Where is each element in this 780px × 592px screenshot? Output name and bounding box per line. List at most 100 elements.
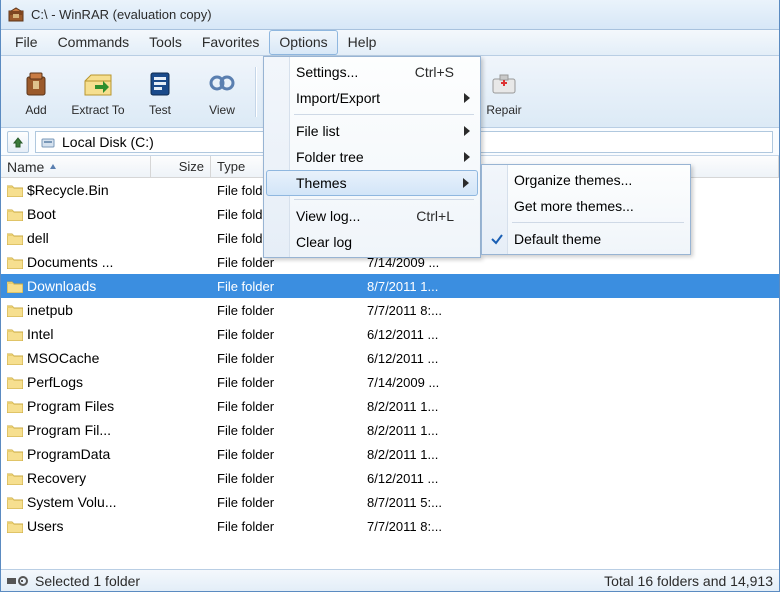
menu-commands[interactable]: Commands (48, 30, 140, 55)
submenu-arrow-icon (463, 178, 469, 188)
col-size[interactable]: Size (151, 156, 211, 177)
menu-folder-tree[interactable]: Folder tree (266, 144, 478, 170)
status-right: Total 16 folders and 14,913 (604, 573, 773, 589)
cell-modified: 8/7/2011 5:... (361, 495, 779, 510)
table-row[interactable]: System Volu... File folder8/7/2011 5:... (1, 490, 779, 514)
table-row[interactable]: inetpub File folder7/7/2011 8:... (1, 298, 779, 322)
menu-import-export[interactable]: Import/Export (266, 85, 478, 111)
cell-name: MSOCache (1, 350, 151, 366)
folder-icon (7, 280, 23, 293)
menu-organize-themes[interactable]: Organize themes... (484, 167, 688, 193)
menu-default-theme[interactable]: Default theme (484, 226, 688, 252)
table-row[interactable]: Recovery File folder6/12/2011 ... (1, 466, 779, 490)
menu-get-more-themes[interactable]: Get more themes... (484, 193, 688, 219)
folder-icon (7, 424, 23, 437)
submenu-arrow-icon (464, 152, 470, 162)
folder-icon (7, 448, 23, 461)
folder-icon (7, 208, 23, 221)
test-button[interactable]: Test (131, 61, 189, 123)
cell-type: File folder (211, 447, 361, 462)
table-row[interactable]: Program FilesFile folder8/2/2011 1... (1, 394, 779, 418)
cell-type: File folder (211, 375, 361, 390)
extract-to-icon (81, 67, 115, 101)
cell-name: Documents ... (1, 254, 151, 270)
cell-name: dell (1, 230, 151, 246)
menu-separator (294, 199, 474, 200)
col-name[interactable]: Name (1, 156, 151, 177)
cell-name: Users (1, 518, 151, 534)
cell-type: File folder (211, 495, 361, 510)
menu-file[interactable]: File (5, 30, 48, 55)
cell-modified: 6/12/2011 ... (361, 327, 779, 342)
cell-name: $Recycle.Bin (1, 182, 151, 198)
cell-modified: 7/7/2011 8:... (361, 303, 779, 318)
menu-separator (512, 222, 684, 223)
cell-name: Boot (1, 206, 151, 222)
table-row[interactable]: UsersFile folder7/7/2011 8:... (1, 514, 779, 538)
menu-tools[interactable]: Tools (139, 30, 192, 55)
cell-modified: 8/2/2011 1... (361, 447, 779, 462)
menu-separator (294, 114, 474, 115)
status-left: Selected 1 folder (35, 573, 140, 589)
drive-icon (40, 134, 56, 150)
options-dropdown: Settings...Ctrl+S Import/Export File lis… (263, 56, 481, 258)
cell-type: File folder (211, 327, 361, 342)
cell-name: Program Files (1, 398, 151, 414)
add-button[interactable]: Add (7, 61, 65, 123)
submenu-arrow-icon (464, 126, 470, 136)
folder-icon (7, 352, 23, 365)
submenu-arrow-icon (464, 93, 470, 103)
cell-name: System Volu... (1, 494, 151, 510)
folder-icon (7, 376, 23, 389)
cell-modified: 8/7/2011 1... (361, 279, 779, 294)
titlebar: C:\ - WinRAR (evaluation copy) (1, 0, 779, 30)
cell-type: File folder (211, 471, 361, 486)
cell-type: File folder (211, 423, 361, 438)
cell-name: inetpub (1, 302, 151, 318)
status-icon (7, 575, 29, 587)
menu-view-log[interactable]: View log...Ctrl+L (266, 203, 478, 229)
menu-help[interactable]: Help (338, 30, 387, 55)
cell-modified: 7/14/2009 ... (361, 375, 779, 390)
toolbar-separator (255, 67, 257, 117)
menu-options[interactable]: Options (269, 30, 337, 55)
table-row[interactable]: MSOCacheFile folder6/12/2011 ... (1, 346, 779, 370)
table-row[interactable]: PerfLogs File folder7/14/2009 ... (1, 370, 779, 394)
up-arrow-icon (11, 135, 25, 149)
view-button[interactable]: View (193, 61, 251, 123)
cell-modified: 6/12/2011 ... (361, 471, 779, 486)
folder-icon (7, 400, 23, 413)
menubar: File Commands Tools Favorites Options He… (1, 30, 779, 56)
cell-name: Program Fil... (1, 422, 151, 438)
folder-icon (7, 184, 23, 197)
menu-clear-log[interactable]: Clear log (266, 229, 478, 255)
folder-icon (7, 520, 23, 533)
add-icon (19, 67, 53, 101)
menu-file-list[interactable]: File list (266, 118, 478, 144)
cell-modified: 8/2/2011 1... (361, 423, 779, 438)
folder-icon (7, 232, 23, 245)
repair-button[interactable]: Repair (475, 61, 533, 123)
table-row[interactable]: ProgramData File folder8/2/2011 1... (1, 442, 779, 466)
table-row[interactable]: Intel File folder6/12/2011 ... (1, 322, 779, 346)
cell-type: File folder (211, 303, 361, 318)
cell-name: Intel (1, 326, 151, 342)
extract-to-button[interactable]: Extract To (69, 61, 127, 123)
table-row[interactable]: DownloadsFile folder8/7/2011 1... (1, 274, 779, 298)
winrar-app-icon (7, 6, 25, 24)
menu-settings[interactable]: Settings...Ctrl+S (266, 59, 478, 85)
cell-modified: 7/7/2011 8:... (361, 519, 779, 534)
table-row[interactable]: Program Fil... File folder8/2/2011 1... (1, 418, 779, 442)
menu-favorites[interactable]: Favorites (192, 30, 270, 55)
folder-icon (7, 472, 23, 485)
folder-icon (7, 256, 23, 269)
cell-name: ProgramData (1, 446, 151, 462)
cell-name: Downloads (1, 278, 151, 294)
cell-name: PerfLogs (1, 374, 151, 390)
check-icon (490, 232, 504, 246)
cell-name: Recovery (1, 470, 151, 486)
path-label: Local Disk (C:) (62, 134, 154, 150)
menu-themes[interactable]: Themes (266, 170, 478, 196)
up-folder-button[interactable] (7, 131, 29, 153)
statusbar: Selected 1 folder Total 16 folders and 1… (1, 569, 779, 591)
